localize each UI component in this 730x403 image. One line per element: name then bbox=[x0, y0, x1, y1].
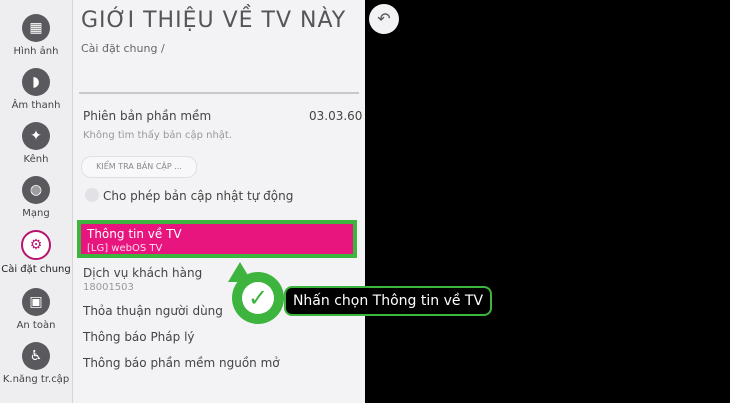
legal-notice-item[interactable]: Thông báo Pháp lý bbox=[83, 330, 195, 344]
sidebar-item-channel[interactable]: ✦ Kênh bbox=[0, 122, 72, 165]
general-settings-icon: ⚙ bbox=[21, 230, 51, 260]
auto-update-toggle[interactable] bbox=[85, 188, 99, 202]
sidebar-item-general-settings[interactable]: ⚙ Cài đặt chung bbox=[0, 230, 72, 275]
sidebar-item-label: Cài đặt chung bbox=[1, 264, 71, 275]
customer-service-phone: 18001503 bbox=[83, 282, 134, 293]
divider bbox=[79, 92, 359, 94]
sidebar-item-network[interactable]: ◍ Mạng bbox=[0, 176, 72, 219]
open-source-notice-item[interactable]: Thông báo phần mềm nguồn mở bbox=[83, 356, 280, 370]
breadcrumb: Cài đặt chung / bbox=[81, 42, 165, 55]
back-button[interactable]: ↶ bbox=[369, 4, 399, 34]
channel-icon: ✦ bbox=[22, 122, 50, 150]
sidebar-item-label: Âm thanh bbox=[11, 100, 61, 111]
sidebar-item-label: Kênh bbox=[23, 154, 49, 165]
customer-service-label[interactable]: Dịch vụ khách hàng bbox=[83, 266, 202, 280]
sidebar-item-sound[interactable]: ◗ Âm thanh bbox=[0, 68, 72, 111]
tv-info-item[interactable]: Thông tin về TV [LG] webOS TV bbox=[77, 220, 357, 258]
tv-info-sub: [LG] webOS TV bbox=[87, 243, 163, 254]
picture-icon: ▦ bbox=[22, 14, 50, 42]
sidebar-item-label: Mạng bbox=[22, 208, 50, 219]
sidebar-item-label: K.năng tr.cập bbox=[2, 374, 70, 385]
back-arrow-icon: ↶ bbox=[377, 9, 391, 28]
check-update-button[interactable]: KIỂM TRA BẢN CẬP ... bbox=[81, 156, 197, 178]
sound-icon: ◗ bbox=[22, 68, 50, 96]
callout-text: Nhấn chọn Thông tin về TV bbox=[284, 286, 492, 316]
settings-sidebar: ▦ Hình ảnh ◗ Âm thanh ✦ Kênh ◍ Mạng ⚙ Cà… bbox=[0, 0, 73, 403]
sidebar-item-label: Hình ảnh bbox=[13, 46, 59, 57]
auto-update-label: Cho phép bản cập nhật tự động bbox=[103, 189, 294, 203]
sidebar-item-picture[interactable]: ▦ Hình ảnh bbox=[0, 14, 72, 57]
network-icon: ◍ bbox=[22, 176, 50, 204]
user-agreement-item[interactable]: Thỏa thuận người dùng bbox=[83, 304, 223, 318]
software-version-label: Phiên bản phần mềm bbox=[83, 109, 212, 123]
lock-icon: ▣ bbox=[22, 288, 50, 316]
sidebar-item-accessibility[interactable]: ♿ K.năng tr.cập bbox=[0, 342, 72, 385]
sidebar-item-safety[interactable]: ▣ An toàn bbox=[0, 288, 72, 331]
accessibility-icon: ♿ bbox=[22, 342, 50, 370]
page-title: GIỚI THIỆU VỀ TV NÀY bbox=[81, 8, 347, 33]
about-tv-panel: GIỚI THIỆU VỀ TV NÀY Cài đặt chung / Phi… bbox=[73, 0, 365, 403]
software-version-value: 03.03.60 bbox=[309, 109, 363, 123]
no-update-text: Không tìm thấy bản cập nhật. bbox=[83, 130, 233, 141]
tv-info-label: Thông tin về TV bbox=[87, 227, 182, 241]
sidebar-item-label: An toàn bbox=[16, 320, 56, 331]
check-icon: ✓ bbox=[242, 282, 274, 314]
